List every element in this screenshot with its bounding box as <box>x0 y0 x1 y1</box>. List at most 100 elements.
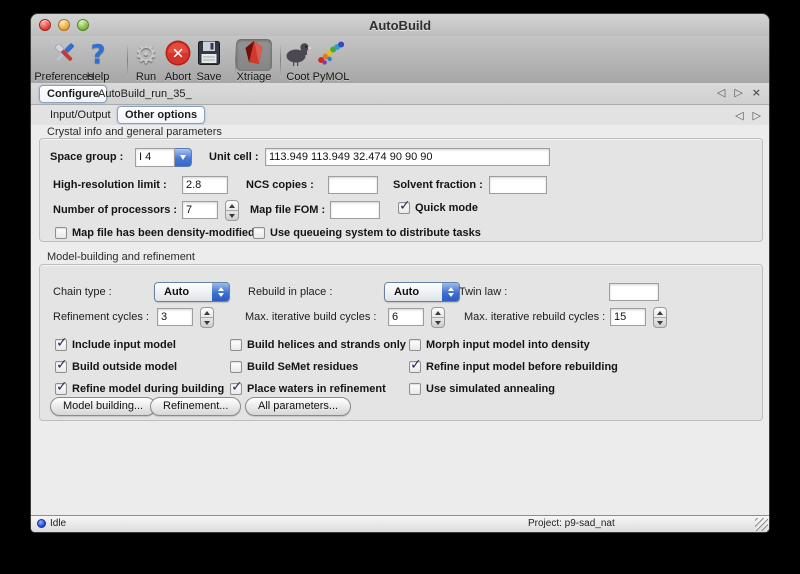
stepper-up-icon[interactable] <box>654 308 666 318</box>
high-res-field[interactable] <box>182 176 228 194</box>
chain-type-popup[interactable]: Auto <box>154 282 230 302</box>
stepper-down-icon[interactable] <box>226 211 238 220</box>
max-build-cycles-label: Max. iterative build cycles : <box>245 311 376 324</box>
checkbox-simulated-annealing[interactable]: Use simulated annealing <box>409 383 555 396</box>
checkbox-include-input-model[interactable]: Include input model <box>55 339 176 352</box>
num-processors-field[interactable] <box>182 201 218 219</box>
twin-law-label: Twin law : <box>459 286 507 299</box>
chain-type-label: Chain type : <box>53 286 112 299</box>
stepper-down-icon[interactable] <box>654 318 666 327</box>
tab-scroll-left-icon[interactable]: ◁ <box>735 109 743 122</box>
max-rebuild-cycles-field[interactable] <box>610 308 646 326</box>
status-indicator-icon <box>37 519 46 528</box>
document-tab-bar: Configure AutoBuild_run_35_ ◁ ▷ × <box>31 83 769 105</box>
tab-autobuild-run-35[interactable]: AutoBuild_run_35_ <box>91 86 199 102</box>
all-parameters-button[interactable]: All parameters... <box>245 397 351 416</box>
solvent-fraction-field[interactable] <box>489 176 547 194</box>
checkbox-box <box>55 383 67 395</box>
tab-scroll-right-icon[interactable]: ▷ <box>753 109 761 122</box>
checkbox-box <box>230 383 242 395</box>
checkbox-morph-input-model[interactable]: Morph input model into density <box>409 339 590 352</box>
model-building-button[interactable]: Model building... <box>50 397 156 416</box>
svg-text:✕: ✕ <box>172 44 185 62</box>
bird-icon <box>284 39 312 72</box>
unit-cell-label: Unit cell : <box>209 151 259 164</box>
checkbox-box <box>55 227 67 239</box>
checkbox-refine-before-rebuilding[interactable]: Refine input model before rebuilding <box>409 361 618 374</box>
refinement-cycles-field[interactable] <box>157 308 193 326</box>
checkbox-box <box>253 227 265 239</box>
content-panel: Crystal info and general parameters Spac… <box>31 125 769 518</box>
chain-type-value: Auto <box>155 283 212 301</box>
toolbar-button-help[interactable]: ? Help <box>80 39 116 83</box>
question-icon: ? <box>90 40 105 70</box>
stepper-up-icon[interactable] <box>201 308 213 318</box>
checkbox-place-waters[interactable]: Place waters in refinement <box>230 383 386 396</box>
gear-icon: ⚙ <box>134 40 157 70</box>
subtab-nav-controls: ◁ ▷ <box>735 109 761 122</box>
minimize-window-button[interactable] <box>58 19 70 31</box>
chevron-down-icon[interactable] <box>175 148 192 167</box>
toolbar-button-save[interactable]: Save <box>191 39 227 83</box>
num-processors-stepper[interactable] <box>225 200 239 221</box>
app-window: AutoBuild Preferences ? Help ⚙ Run <box>30 13 770 533</box>
tab-input-output[interactable]: Input/Output <box>43 107 118 123</box>
popup-arrows-icon <box>442 283 459 301</box>
unit-cell-field[interactable] <box>265 148 550 166</box>
twin-law-field[interactable] <box>609 283 659 301</box>
toolbar-button-xtriage[interactable]: Xtriage <box>236 39 272 83</box>
close-window-button[interactable] <box>39 19 51 31</box>
tools-icon <box>50 39 78 72</box>
tab-close-icon[interactable]: × <box>752 86 761 99</box>
max-rebuild-cycles-stepper[interactable] <box>653 307 667 328</box>
refinement-button[interactable]: Refinement... <box>150 397 241 416</box>
screen: { "window": { "title": "AutoBuild" }, "t… <box>0 0 800 574</box>
crystal-section-box: Space group : I 4 Unit cell : High-resol… <box>39 138 763 242</box>
stop-x-icon: ✕ <box>164 39 192 72</box>
max-build-cycles-field[interactable] <box>388 308 424 326</box>
checkbox-box <box>409 383 421 395</box>
map-fom-label: Map file FOM : <box>250 204 325 217</box>
refinement-cycles-stepper[interactable] <box>200 307 214 328</box>
rebuild-in-place-popup[interactable]: Auto <box>384 282 460 302</box>
crystal-section-title: Crystal info and general parameters <box>47 126 222 138</box>
checkbox-box <box>409 339 421 351</box>
high-res-label: High-resolution limit : <box>53 179 167 192</box>
checkbox-quick-mode[interactable]: Quick mode <box>398 202 478 215</box>
zoom-window-button[interactable] <box>77 19 89 31</box>
map-fom-field[interactable] <box>330 201 380 219</box>
status-text: Idle <box>50 518 66 529</box>
toolbar-button-run[interactable]: ⚙ Run <box>128 39 164 83</box>
checkbox-build-outside-model[interactable]: Build outside model <box>55 361 177 374</box>
space-group-combobox[interactable]: I 4 <box>135 148 192 167</box>
stepper-down-icon[interactable] <box>432 318 444 327</box>
checkbox-refine-during-building[interactable]: Refine model during building <box>55 383 224 396</box>
checkbox-box <box>230 339 242 351</box>
stepper-up-icon[interactable] <box>432 308 444 318</box>
toolbar-label: PyMOL <box>313 71 350 83</box>
checkbox-build-semet[interactable]: Build SeMet residues <box>230 361 358 374</box>
stepper-down-icon[interactable] <box>201 318 213 327</box>
window-controls <box>39 19 89 31</box>
tab-scroll-right-icon[interactable]: ▷ <box>734 86 742 99</box>
checkbox-build-helices-strands[interactable]: Build helices and strands only <box>230 339 406 352</box>
num-processors-label: Number of processors : <box>53 204 177 217</box>
resize-grip[interactable] <box>755 518 768 531</box>
toolbar-button-pymol[interactable]: PyMOL <box>313 39 350 83</box>
toolbar-label: Help <box>80 71 116 83</box>
checkbox-box <box>398 202 410 214</box>
options-tab-bar: Input/Output Other options ◁ ▷ <box>31 105 769 126</box>
checkbox-queueing-system[interactable]: Use queueing system to distribute tasks <box>253 227 481 240</box>
toolbar-label: Save <box>191 71 227 83</box>
ncs-copies-field[interactable] <box>328 176 378 194</box>
checkbox-density-modified[interactable]: Map file has been density-modified <box>55 227 255 240</box>
refinement-cycles-label: Refinement cycles : <box>53 311 149 324</box>
max-build-cycles-stepper[interactable] <box>431 307 445 328</box>
floppy-icon <box>195 39 223 72</box>
stepper-up-icon[interactable] <box>226 201 238 211</box>
tab-scroll-left-icon[interactable]: ◁ <box>717 86 725 99</box>
toolbar-button-coot[interactable]: Coot <box>280 39 316 83</box>
tab-other-options[interactable]: Other options <box>117 106 205 124</box>
tab-nav-controls: ◁ ▷ × <box>717 86 761 99</box>
checkbox-box <box>55 361 67 373</box>
